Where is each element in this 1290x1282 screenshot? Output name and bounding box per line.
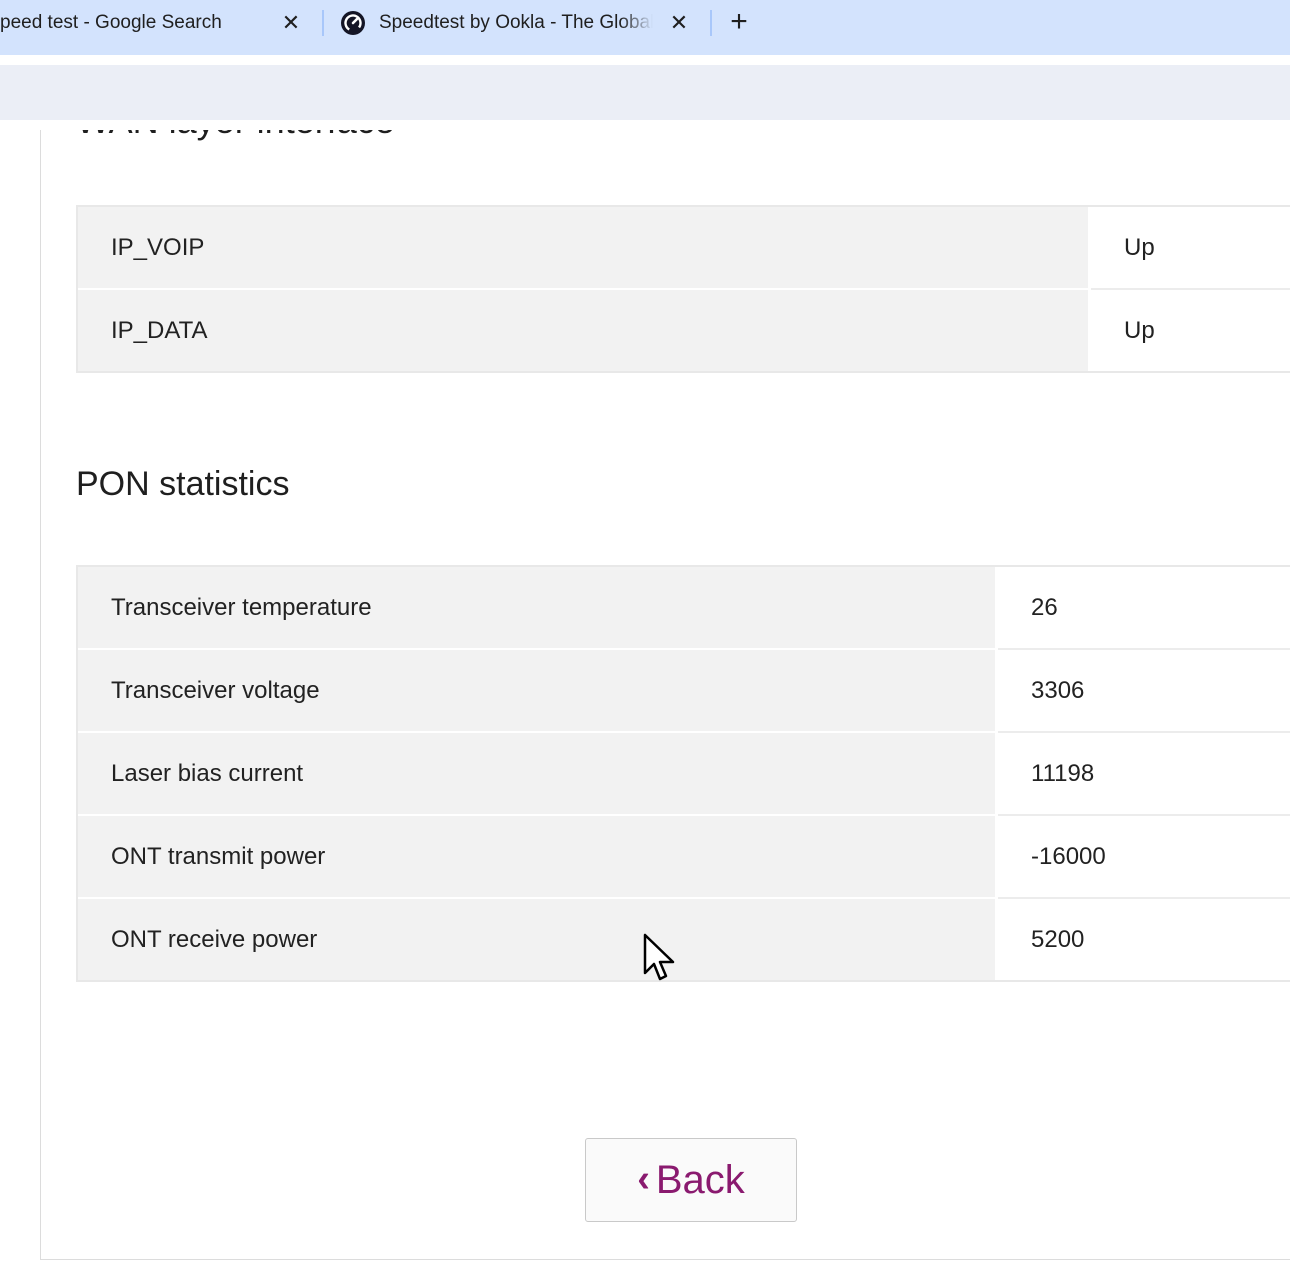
pon-section-title: PON statistics: [76, 465, 290, 503]
wan-section-title: WAN layer interface: [76, 130, 395, 142]
row-value: 3306: [998, 650, 1290, 733]
pon-statistics-table: Transceiver temperature 26 Transceiver v…: [76, 565, 1290, 982]
chevron-left-icon: ‹: [637, 1158, 650, 1200]
row-key: ONT receive power: [78, 899, 998, 980]
table-row: ONT receive power 5200: [78, 899, 1290, 980]
row-key: IP_VOIP: [78, 207, 1091, 290]
speedtest-gauge-icon: [341, 11, 365, 35]
row-value: 11198: [998, 733, 1290, 816]
tab-speedtest[interactable]: Speedtest by Ookla - The Global Broadban…: [330, 0, 705, 46]
row-key: Laser bias current: [78, 733, 998, 816]
row-value: Up: [1091, 207, 1290, 290]
table-row: IP_VOIP Up: [78, 207, 1290, 290]
row-value: 5200: [998, 899, 1290, 980]
close-tab-icon[interactable]: ✕: [276, 8, 306, 38]
tab-separator: [710, 10, 712, 36]
table-row: Transceiver voltage 3306: [78, 650, 1290, 733]
table-row: Laser bias current 11198: [78, 733, 1290, 816]
table-row: IP_DATA Up: [78, 290, 1290, 371]
tab-separator: [322, 10, 324, 36]
wan-interface-table: IP_VOIP Up IP_DATA Up: [76, 205, 1290, 373]
row-value: 26: [998, 567, 1290, 650]
row-key: IP_DATA: [78, 290, 1091, 371]
table-row: Transceiver temperature 26: [78, 567, 1290, 650]
tab-google-search[interactable]: peed test - Google Search ✕: [0, 0, 315, 46]
browser-toolbar: [0, 65, 1290, 120]
back-button[interactable]: ‹ Back: [585, 1138, 797, 1222]
mouse-cursor-icon: [643, 933, 675, 981]
back-button-label: Back: [655, 1157, 745, 1202]
row-key: Transceiver voltage: [78, 650, 998, 733]
row-key: ONT transmit power: [78, 816, 998, 899]
row-key: Transceiver temperature: [78, 567, 998, 650]
tab-title: peed test - Google Search: [0, 12, 222, 33]
row-value: -16000: [998, 816, 1290, 899]
status-panel: WAN layer interface IP_VOIP Up IP_DATA U…: [40, 130, 1290, 1260]
tab-title: Speedtest by Ookla - The Global Broadban…: [379, 12, 653, 33]
row-value: Up: [1091, 290, 1290, 371]
close-tab-icon[interactable]: ✕: [664, 8, 694, 38]
browser-tab-strip: peed test - Google Search ✕ Speedtest by…: [0, 0, 1290, 55]
new-tab-button[interactable]: +: [724, 6, 754, 38]
table-row: ONT transmit power -16000: [78, 816, 1290, 899]
toolbar-divider: [0, 120, 1290, 130]
